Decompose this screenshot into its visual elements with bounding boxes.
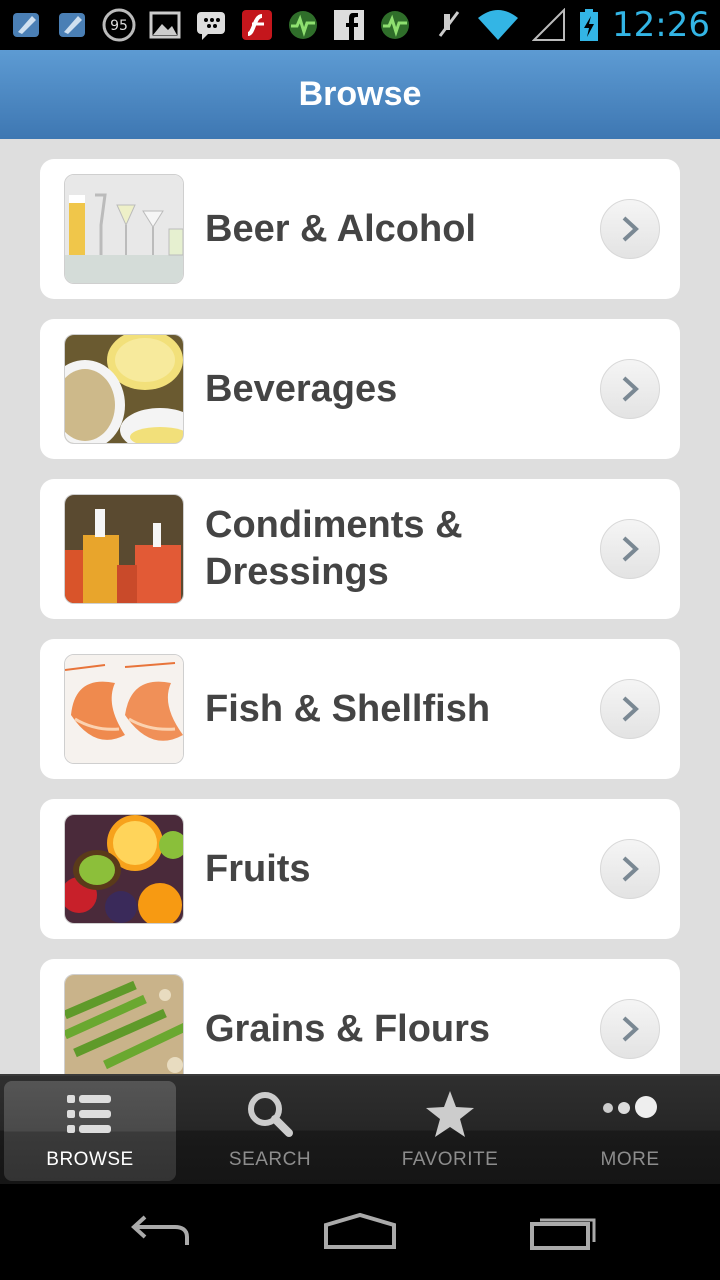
tab-label: MORE: [600, 1149, 660, 1170]
category-row-condiments-dressings[interactable]: Condiments & Dressings: [40, 479, 680, 619]
chevron-right-icon[interactable]: [600, 199, 660, 259]
app-icon: [56, 8, 90, 42]
category-label: Fruits: [205, 847, 311, 890]
star-icon: [410, 1087, 490, 1141]
recents-icon[interactable]: [522, 1206, 602, 1256]
category-list-container[interactable]: Beer & Alcohol Beverages Condiments & Dr…: [0, 139, 720, 1074]
category-thumbnail: [64, 654, 184, 764]
badge-count: 95: [110, 18, 128, 34]
category-thumbnail: [64, 814, 184, 924]
tab-more[interactable]: MORE: [544, 1081, 716, 1181]
category-thumbnail: [64, 174, 184, 284]
category-row-beverages[interactable]: Beverages: [40, 319, 680, 459]
tab-label: FAVORITE: [401, 1149, 499, 1170]
status-bar: 95 12:26: [0, 0, 720, 50]
search-icon: [230, 1087, 310, 1141]
chevron-right-icon[interactable]: [600, 679, 660, 739]
category-label: Grains & Flours: [205, 1007, 491, 1050]
chevron-right-icon[interactable]: [600, 839, 660, 899]
category-row-fruits[interactable]: Fruits: [40, 799, 680, 939]
flash-icon: [240, 8, 274, 42]
home-icon[interactable]: [320, 1206, 400, 1256]
category-thumbnail: [64, 334, 184, 444]
wifi-icon: [476, 8, 520, 42]
app-icon: [10, 8, 44, 42]
chevron-right-icon[interactable]: [600, 999, 660, 1059]
list-icon: [50, 1087, 130, 1141]
tab-bar: BROWSE SEARCH FAVORITE MORE: [0, 1074, 720, 1184]
activity-icon: [286, 8, 320, 42]
tab-search[interactable]: SEARCH: [184, 1081, 356, 1181]
gallery-icon: [148, 8, 182, 42]
category-thumbnail: [64, 494, 184, 604]
clock: 12:26: [612, 5, 710, 45]
title-bar: Browse: [0, 50, 720, 139]
battery-charging-icon: [578, 8, 600, 42]
category-row-fish-shellfish[interactable]: Fish & Shellfish: [40, 639, 680, 779]
system-nav-bar: [0, 1184, 720, 1280]
category-thumbnail: [64, 974, 184, 1074]
chevron-right-icon[interactable]: [600, 519, 660, 579]
category-row-grains-flours[interactable]: Grains & Flours: [40, 959, 680, 1074]
tab-favorite[interactable]: FAVORITE: [364, 1081, 536, 1181]
tab-label: BROWSE: [46, 1149, 134, 1170]
activity-icon: [378, 8, 412, 42]
chevron-right-icon[interactable]: [600, 359, 660, 419]
mute-icon: [430, 8, 464, 42]
count-badge-icon: 95: [102, 8, 136, 42]
category-label: Beer & Alcohol: [205, 207, 476, 250]
category-row-beer-alcohol[interactable]: Beer & Alcohol: [40, 159, 680, 299]
bbm-icon: [194, 8, 228, 42]
facebook-icon: [332, 8, 366, 42]
back-icon[interactable]: [120, 1206, 200, 1256]
tab-browse[interactable]: BROWSE: [4, 1081, 176, 1181]
category-label: Beverages: [205, 367, 398, 410]
page-title: Browse: [298, 75, 422, 113]
tab-label: SEARCH: [228, 1149, 312, 1170]
category-label: Condiments & Dressings: [205, 504, 463, 593]
more-dots-icon: [590, 1081, 670, 1135]
signal-icon: [532, 8, 566, 42]
category-list: Beer & Alcohol Beverages Condiments & Dr…: [40, 159, 680, 1074]
category-label: Fish & Shellfish: [205, 687, 491, 730]
